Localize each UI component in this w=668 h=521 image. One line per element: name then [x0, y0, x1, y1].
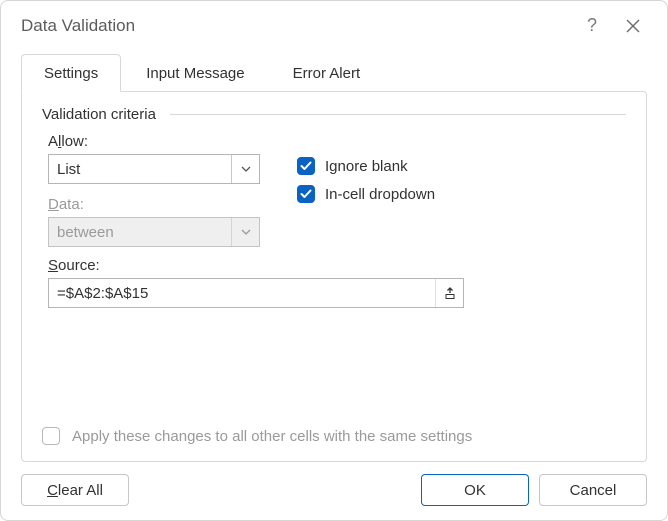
check-icon	[300, 161, 312, 171]
help-button[interactable]: ?	[577, 11, 607, 40]
criteria-divider	[170, 114, 626, 115]
checkbox-checked-icon	[297, 157, 315, 175]
chevron-down-icon	[241, 229, 251, 235]
allow-select[interactable]: List	[48, 154, 260, 184]
in-cell-dropdown-checkbox[interactable]: In-cell dropdown	[297, 185, 435, 203]
apply-changes-label: Apply these changes to all other cells w…	[72, 428, 472, 445]
dialog-buttons: Clear All OK Cancel	[21, 462, 647, 506]
ignore-blank-label: Ignore blank	[325, 158, 408, 175]
tab-input-message[interactable]: Input Message	[123, 54, 267, 91]
close-icon	[625, 18, 641, 34]
data-validation-dialog: Data Validation ? Settings Input Message…	[0, 0, 668, 521]
checkbox-unchecked-icon	[42, 427, 60, 445]
range-picker-button[interactable]	[435, 279, 463, 307]
allow-value: List	[49, 161, 231, 178]
clear-all-button[interactable]: Clear All	[21, 474, 129, 506]
criteria-row: Allow: List Data: between	[42, 133, 626, 247]
checkbox-checked-icon	[297, 185, 315, 203]
tabs: Settings Input Message Error Alert	[21, 54, 647, 91]
data-dropdown-button	[231, 218, 259, 246]
criteria-right: Ignore blank In-cell dropdown	[267, 133, 435, 213]
data-label: Data:	[48, 196, 267, 213]
tab-settings[interactable]: Settings	[21, 54, 121, 92]
range-picker-icon	[443, 286, 457, 300]
chevron-down-icon	[241, 166, 251, 172]
check-icon	[300, 189, 312, 199]
ok-button[interactable]: OK	[421, 474, 529, 506]
source-value: =$A$2:$A$15	[49, 285, 435, 302]
dialog-title: Data Validation	[21, 16, 577, 36]
data-value: between	[49, 224, 231, 241]
source-block: Source: =$A$2:$A$15	[42, 257, 626, 308]
criteria-left: Allow: List Data: between	[42, 133, 267, 247]
in-cell-dropdown-label: In-cell dropdown	[325, 186, 435, 203]
ignore-blank-checkbox[interactable]: Ignore blank	[297, 157, 435, 175]
close-button[interactable]	[617, 14, 649, 38]
allow-dropdown-button[interactable]	[231, 155, 259, 183]
criteria-heading: Validation criteria	[42, 106, 626, 123]
source-input[interactable]: =$A$2:$A$15	[48, 278, 464, 308]
titlebar: Data Validation ?	[1, 1, 667, 50]
data-select: between	[48, 217, 260, 247]
cancel-button[interactable]: Cancel	[539, 474, 647, 506]
tab-error-alert[interactable]: Error Alert	[270, 54, 384, 91]
apply-changes-checkbox: Apply these changes to all other cells w…	[42, 427, 472, 445]
dialog-body: Settings Input Message Error Alert Valid…	[1, 50, 667, 520]
settings-panel: Validation criteria Allow: List D	[21, 91, 647, 462]
source-label: Source:	[48, 257, 626, 274]
allow-label: Allow:	[48, 133, 267, 150]
criteria-label: Validation criteria	[42, 106, 164, 123]
